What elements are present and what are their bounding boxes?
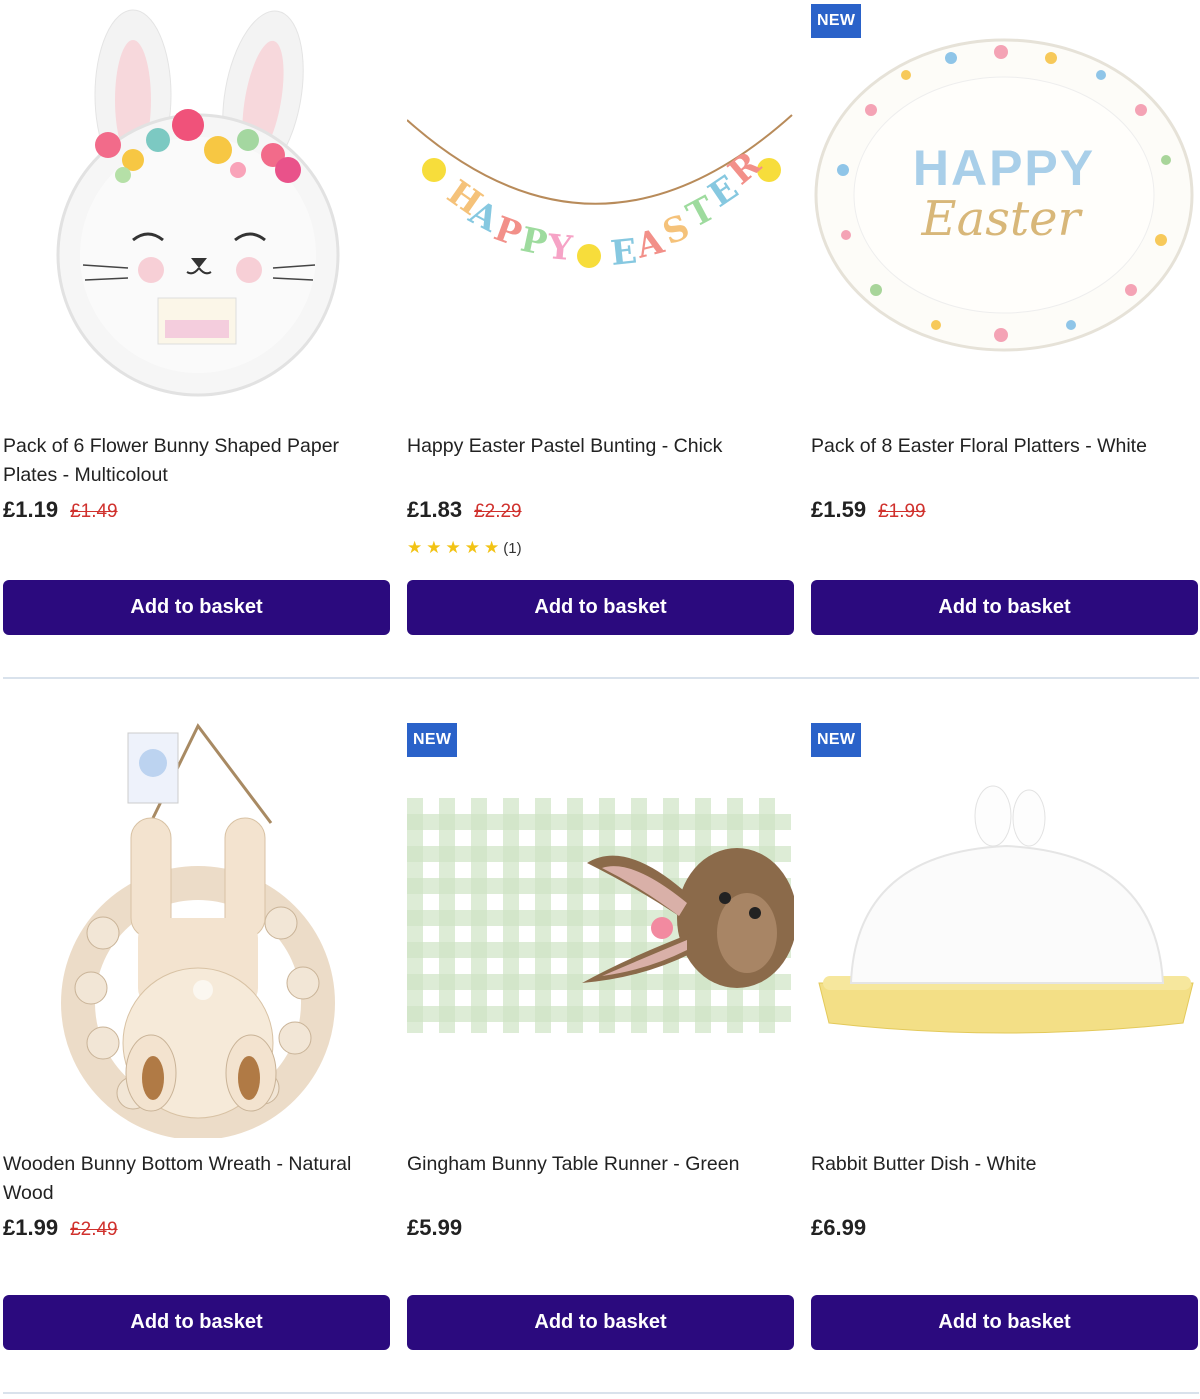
platter-happy-text: HAPPY <box>913 140 1095 196</box>
product-card: Wooden Bunny Bottom Wreath - Natural Woo… <box>3 718 390 1358</box>
old-price: £2.29 <box>474 501 522 522</box>
product-row: Pack of 6 Flower Bunny Shaped Paper Plat… <box>3 0 1199 640</box>
product-card: NEW Rabbit Butter Dish - White £6.99 Add… <box>811 718 1198 1358</box>
price-block: £1.59 £1.99 <box>811 497 926 523</box>
easter-bunting-image[interactable]: H A P P Y E A S T E R <box>407 0 794 420</box>
star-icon: ★ <box>464 538 480 557</box>
bunting-letter: Y <box>545 227 574 269</box>
price-block: £1.19 £1.49 <box>3 497 118 523</box>
star-icon: ★ <box>445 538 461 557</box>
bunny-wreath-image[interactable] <box>3 718 390 1138</box>
star-icon: ★ <box>426 538 442 557</box>
review-count: (1) <box>503 539 522 557</box>
add-to-basket-button[interactable]: Add to basket <box>811 580 1198 635</box>
product-title[interactable]: Pack of 6 Flower Bunny Shaped Paper Plat… <box>3 432 390 490</box>
row-divider <box>3 677 1199 679</box>
table-runner-image[interactable]: NEW <box>407 718 794 1138</box>
add-to-basket-button[interactable]: Add to basket <box>3 1295 390 1350</box>
add-to-basket-button[interactable]: Add to basket <box>3 580 390 635</box>
new-badge: NEW <box>407 723 458 757</box>
price-block: £1.83 £2.29 <box>407 497 522 523</box>
star-rating[interactable]: ★ ★ ★ ★ ★ (1) <box>407 538 522 558</box>
price-block: £5.99 <box>407 1215 462 1241</box>
butter-dish-image[interactable]: NEW <box>811 718 1198 1138</box>
star-icon: ★ <box>484 538 500 557</box>
row-divider <box>3 1392 1199 1394</box>
current-price: £1.59 <box>811 497 867 522</box>
old-price: £1.49 <box>70 501 118 522</box>
product-card: H A P P Y E A S T E R Happy Easter Paste… <box>407 0 794 640</box>
star-icon: ★ <box>407 538 423 557</box>
add-to-basket-button[interactable]: Add to basket <box>407 1295 794 1350</box>
current-price: £5.99 <box>407 1215 463 1240</box>
price-block: £6.99 <box>811 1215 866 1241</box>
product-row: Wooden Bunny Bottom Wreath - Natural Woo… <box>3 718 1199 1358</box>
product-card: Pack of 6 Flower Bunny Shaped Paper Plat… <box>3 0 390 640</box>
new-badge: NEW <box>811 4 862 38</box>
price-block: £1.99 £2.49 <box>3 1215 118 1241</box>
product-title[interactable]: Rabbit Butter Dish - White <box>811 1150 1198 1179</box>
floral-platter-image[interactable]: HAPPY Easter NEW <box>811 0 1198 420</box>
product-title[interactable]: Pack of 8 Easter Floral Platters - White <box>811 432 1198 461</box>
product-card: HAPPY Easter NEW Pack of 8 Easter Floral… <box>811 0 1198 640</box>
current-price: £6.99 <box>811 1215 867 1240</box>
new-badge: NEW <box>811 723 862 757</box>
add-to-basket-button[interactable]: Add to basket <box>407 580 794 635</box>
current-price: £1.99 <box>3 1215 59 1240</box>
product-title[interactable]: Gingham Bunny Table Runner - Green <box>407 1150 794 1179</box>
bunny-plates-image[interactable] <box>3 0 390 420</box>
add-to-basket-button[interactable]: Add to basket <box>811 1295 1198 1350</box>
current-price: £1.83 <box>407 497 463 522</box>
product-title[interactable]: Happy Easter Pastel Bunting - Chick <box>407 432 794 461</box>
old-price: £1.99 <box>878 501 926 522</box>
platter-easter-text: Easter <box>921 191 1084 247</box>
product-title[interactable]: Wooden Bunny Bottom Wreath - Natural Woo… <box>3 1150 390 1208</box>
old-price: £2.49 <box>70 1219 118 1240</box>
current-price: £1.19 <box>3 497 59 522</box>
product-card: NEW Gingham Bunny Table Runner - Green £… <box>407 718 794 1358</box>
